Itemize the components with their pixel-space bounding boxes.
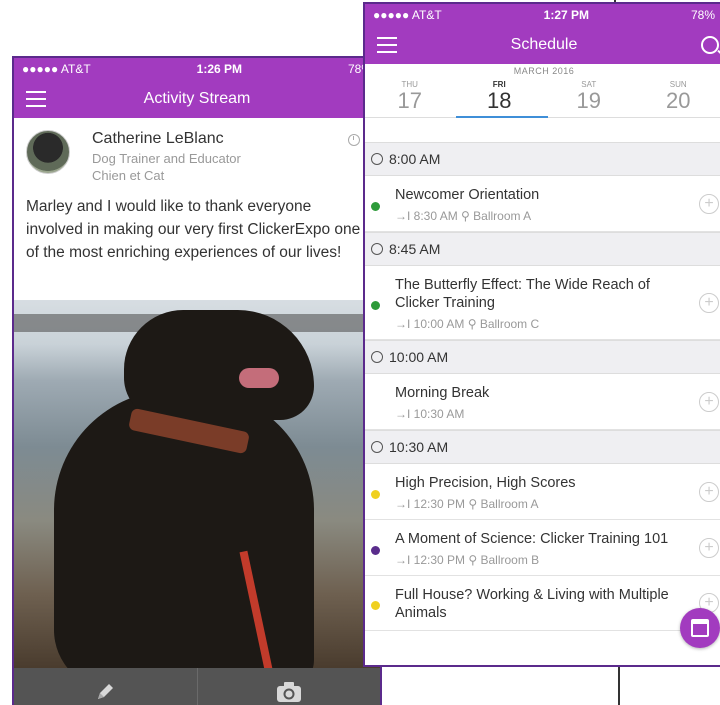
- event-title: A Moment of Science: Clicker Training 10…: [395, 531, 669, 547]
- pencil-icon: [98, 684, 114, 699]
- status-bar: ●●●●● AT&T 1:26 PM 78%: [14, 58, 380, 80]
- track-color-dot: [371, 201, 380, 211]
- schedule-event[interactable]: Morning Break →I 10:30 AM +: [365, 374, 720, 430]
- page-title: Activity Stream: [143, 90, 251, 107]
- calendar-icon: [691, 619, 709, 637]
- divider-line-bottom: [618, 664, 620, 705]
- day-number: 17: [397, 88, 422, 113]
- day-number: 19: [576, 88, 601, 113]
- activity-header: ●●●●● AT&T 1:26 PM 78% Activity Stream: [14, 58, 380, 118]
- track-color-dot: [371, 300, 380, 310]
- photo-post-tab[interactable]: [196, 668, 381, 705]
- activity-stream-phone: ●●●●● AT&T 1:26 PM 78% Activity Stream C…: [12, 56, 382, 705]
- clock-label: 1:26 PM: [196, 62, 243, 76]
- month-label: MARCH 2016: [513, 66, 575, 76]
- event-title: High Precision, High Scores: [395, 475, 576, 491]
- page-title: Schedule: [510, 36, 578, 53]
- schedule-event[interactable]: Newcomer Orientation →I 8:30 AM ⚲ Ballroo…: [365, 176, 720, 232]
- post-photo[interactable]: [14, 300, 380, 668]
- time-slot-header: 10:00 AM: [365, 340, 720, 374]
- add-to-schedule-icon[interactable]: +: [699, 193, 719, 214]
- track-color-dot: [371, 601, 380, 610]
- event-meta: →I 12:30 PM ⚲ Ballroom B: [395, 553, 540, 567]
- event-title: Full House? Working & Living with Multip…: [395, 587, 669, 621]
- calendar-fab-button[interactable]: [680, 608, 720, 648]
- nav-bar: Schedule: [365, 26, 720, 64]
- author-role: Dog Trainer and Educator: [92, 151, 241, 166]
- event-title: Newcomer Orientation: [395, 187, 540, 203]
- event-meta: →I 10:00 AM ⚲ Ballroom C: [395, 317, 540, 331]
- day-number: 18: [487, 88, 512, 113]
- avatar[interactable]: [26, 130, 70, 174]
- clock-icon: [371, 153, 383, 165]
- schedule-event[interactable]: Full House? Working & Living with Multip…: [365, 576, 720, 631]
- menu-icon[interactable]: [377, 37, 397, 53]
- post-card: Catherine LeBlanc Dog Trainer and Educat…: [14, 118, 380, 272]
- author-org: Chien et Cat: [92, 168, 165, 183]
- nav-bar: Activity Stream: [14, 80, 380, 118]
- time-slot-label: 8:00 AM: [389, 151, 441, 167]
- screenshot-stage: ●●●●● AT&T 1:26 PM 78% Activity Stream C…: [0, 0, 720, 705]
- schedule-event[interactable]: The Butterfly Effect: The Wide Reach of …: [365, 266, 720, 340]
- clock-icon: [371, 243, 383, 255]
- schedule-phone: ●●●●● AT&T 1:27 PM 78% Schedule MARCH 20…: [363, 2, 720, 667]
- post-header: Catherine LeBlanc Dog Trainer and Educat…: [14, 118, 380, 189]
- time-slot-label: 10:00 AM: [389, 349, 449, 365]
- menu-icon[interactable]: [26, 91, 46, 107]
- clock-icon: [371, 441, 383, 453]
- day-number: 20: [666, 88, 691, 113]
- day-tab-sat[interactable]: SAT 19: [544, 78, 634, 117]
- photo-dog-tongue: [239, 368, 279, 388]
- add-to-schedule-icon[interactable]: +: [699, 481, 719, 502]
- post-body: Marley and I would like to thank everyon…: [26, 198, 361, 261]
- time-slot-header: 8:45 AM: [365, 232, 720, 266]
- event-title: Morning Break: [395, 385, 490, 401]
- add-to-schedule-icon[interactable]: +: [699, 292, 719, 313]
- compose-post-tab[interactable]: [14, 668, 197, 705]
- battery-label: 78%: [690, 8, 715, 22]
- track-color-dot: [371, 489, 380, 499]
- event-meta: →I 10:30 AM: [395, 407, 465, 421]
- time-slot-label: 8:45 AM: [389, 241, 441, 257]
- day-tab-thu[interactable]: THU 17: [365, 78, 455, 117]
- schedule-header: ●●●●● AT&T 1:27 PM 78% Schedule: [365, 4, 720, 64]
- photo-dog-head: [124, 310, 314, 420]
- day-tab-fri[interactable]: FRI 18: [455, 78, 545, 117]
- clock-label: 1:27 PM: [543, 8, 590, 22]
- schedule-event[interactable]: High Precision, High Scores →I 12:30 PM ⚲…: [365, 464, 720, 520]
- schedule-list: 8:00 AM Newcomer Orientation →I 8:30 AM ⚲ …: [365, 142, 720, 631]
- status-bar: ●●●●● AT&T 1:27 PM 78%: [365, 4, 720, 26]
- carrier-label: ●●●●● AT&T: [373, 8, 442, 22]
- day-tab-sun[interactable]: SUN 20: [634, 78, 720, 117]
- event-title: The Butterfly Effect: The Wide Reach of …: [395, 277, 650, 311]
- post-author-info: Catherine LeBlanc Dog Trainer and Educat…: [92, 130, 241, 183]
- bottom-tab-bar: [14, 668, 380, 705]
- event-meta: →I 12:30 PM ⚲ Ballroom A: [395, 497, 539, 511]
- schedule-event[interactable]: A Moment of Science: Clicker Training 10…: [365, 520, 720, 576]
- track-color-dot: [371, 545, 380, 555]
- add-to-schedule-icon[interactable]: +: [699, 537, 719, 558]
- selected-day-indicator: [456, 116, 548, 118]
- day-selector: THU 17 FRI 18 SAT 19 SUN 20: [365, 78, 720, 118]
- time-slot-header: 8:00 AM: [365, 142, 720, 176]
- camera-icon: [276, 682, 301, 702]
- time-slot-label: 10:30 AM: [389, 439, 449, 455]
- event-meta: →I 8:30 AM ⚲ Ballroom A: [395, 209, 532, 223]
- clock-icon: [371, 351, 383, 363]
- clock-icon: [348, 133, 361, 146]
- add-to-schedule-icon[interactable]: +: [699, 391, 719, 412]
- search-icon[interactable]: [701, 36, 719, 54]
- carrier-label: ●●●●● AT&T: [22, 62, 91, 76]
- time-slot-header: 10:30 AM: [365, 430, 720, 464]
- author-name[interactable]: Catherine LeBlanc: [92, 130, 241, 148]
